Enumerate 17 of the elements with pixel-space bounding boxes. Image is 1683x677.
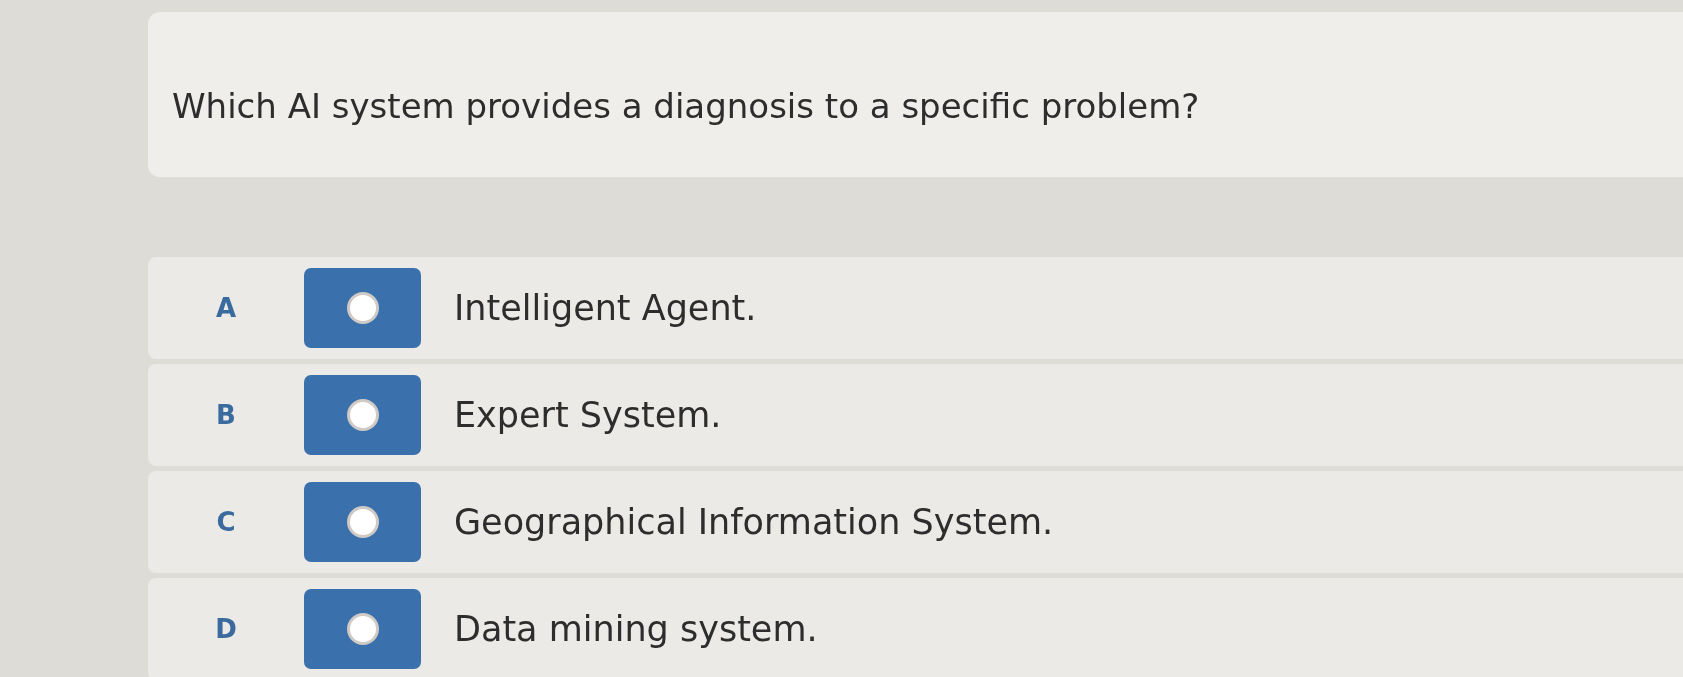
option-label[interactable]: Expert System. [454,395,722,435]
question-text: Which AI system provides a diagnosis to a specific problem? [172,85,1200,126]
option-label[interactable]: Intelligent Agent. [454,288,757,328]
option-letter: D [214,614,238,644]
radio-circle-icon [346,613,379,645]
radio-circle-icon [346,399,379,431]
option-label[interactable]: Data mining system. [454,609,818,649]
radio-circle-icon [346,292,379,324]
radio-button[interactable] [304,482,421,562]
option-letter: C [215,507,237,537]
option-label[interactable]: Geographical Information System. [454,502,1054,542]
radio-button[interactable] [304,589,421,669]
option-letter: A [214,293,238,323]
radio-button[interactable] [304,375,421,455]
option-letter: B [215,400,237,430]
radio-button[interactable] [304,268,421,348]
radio-circle-icon [346,506,379,538]
